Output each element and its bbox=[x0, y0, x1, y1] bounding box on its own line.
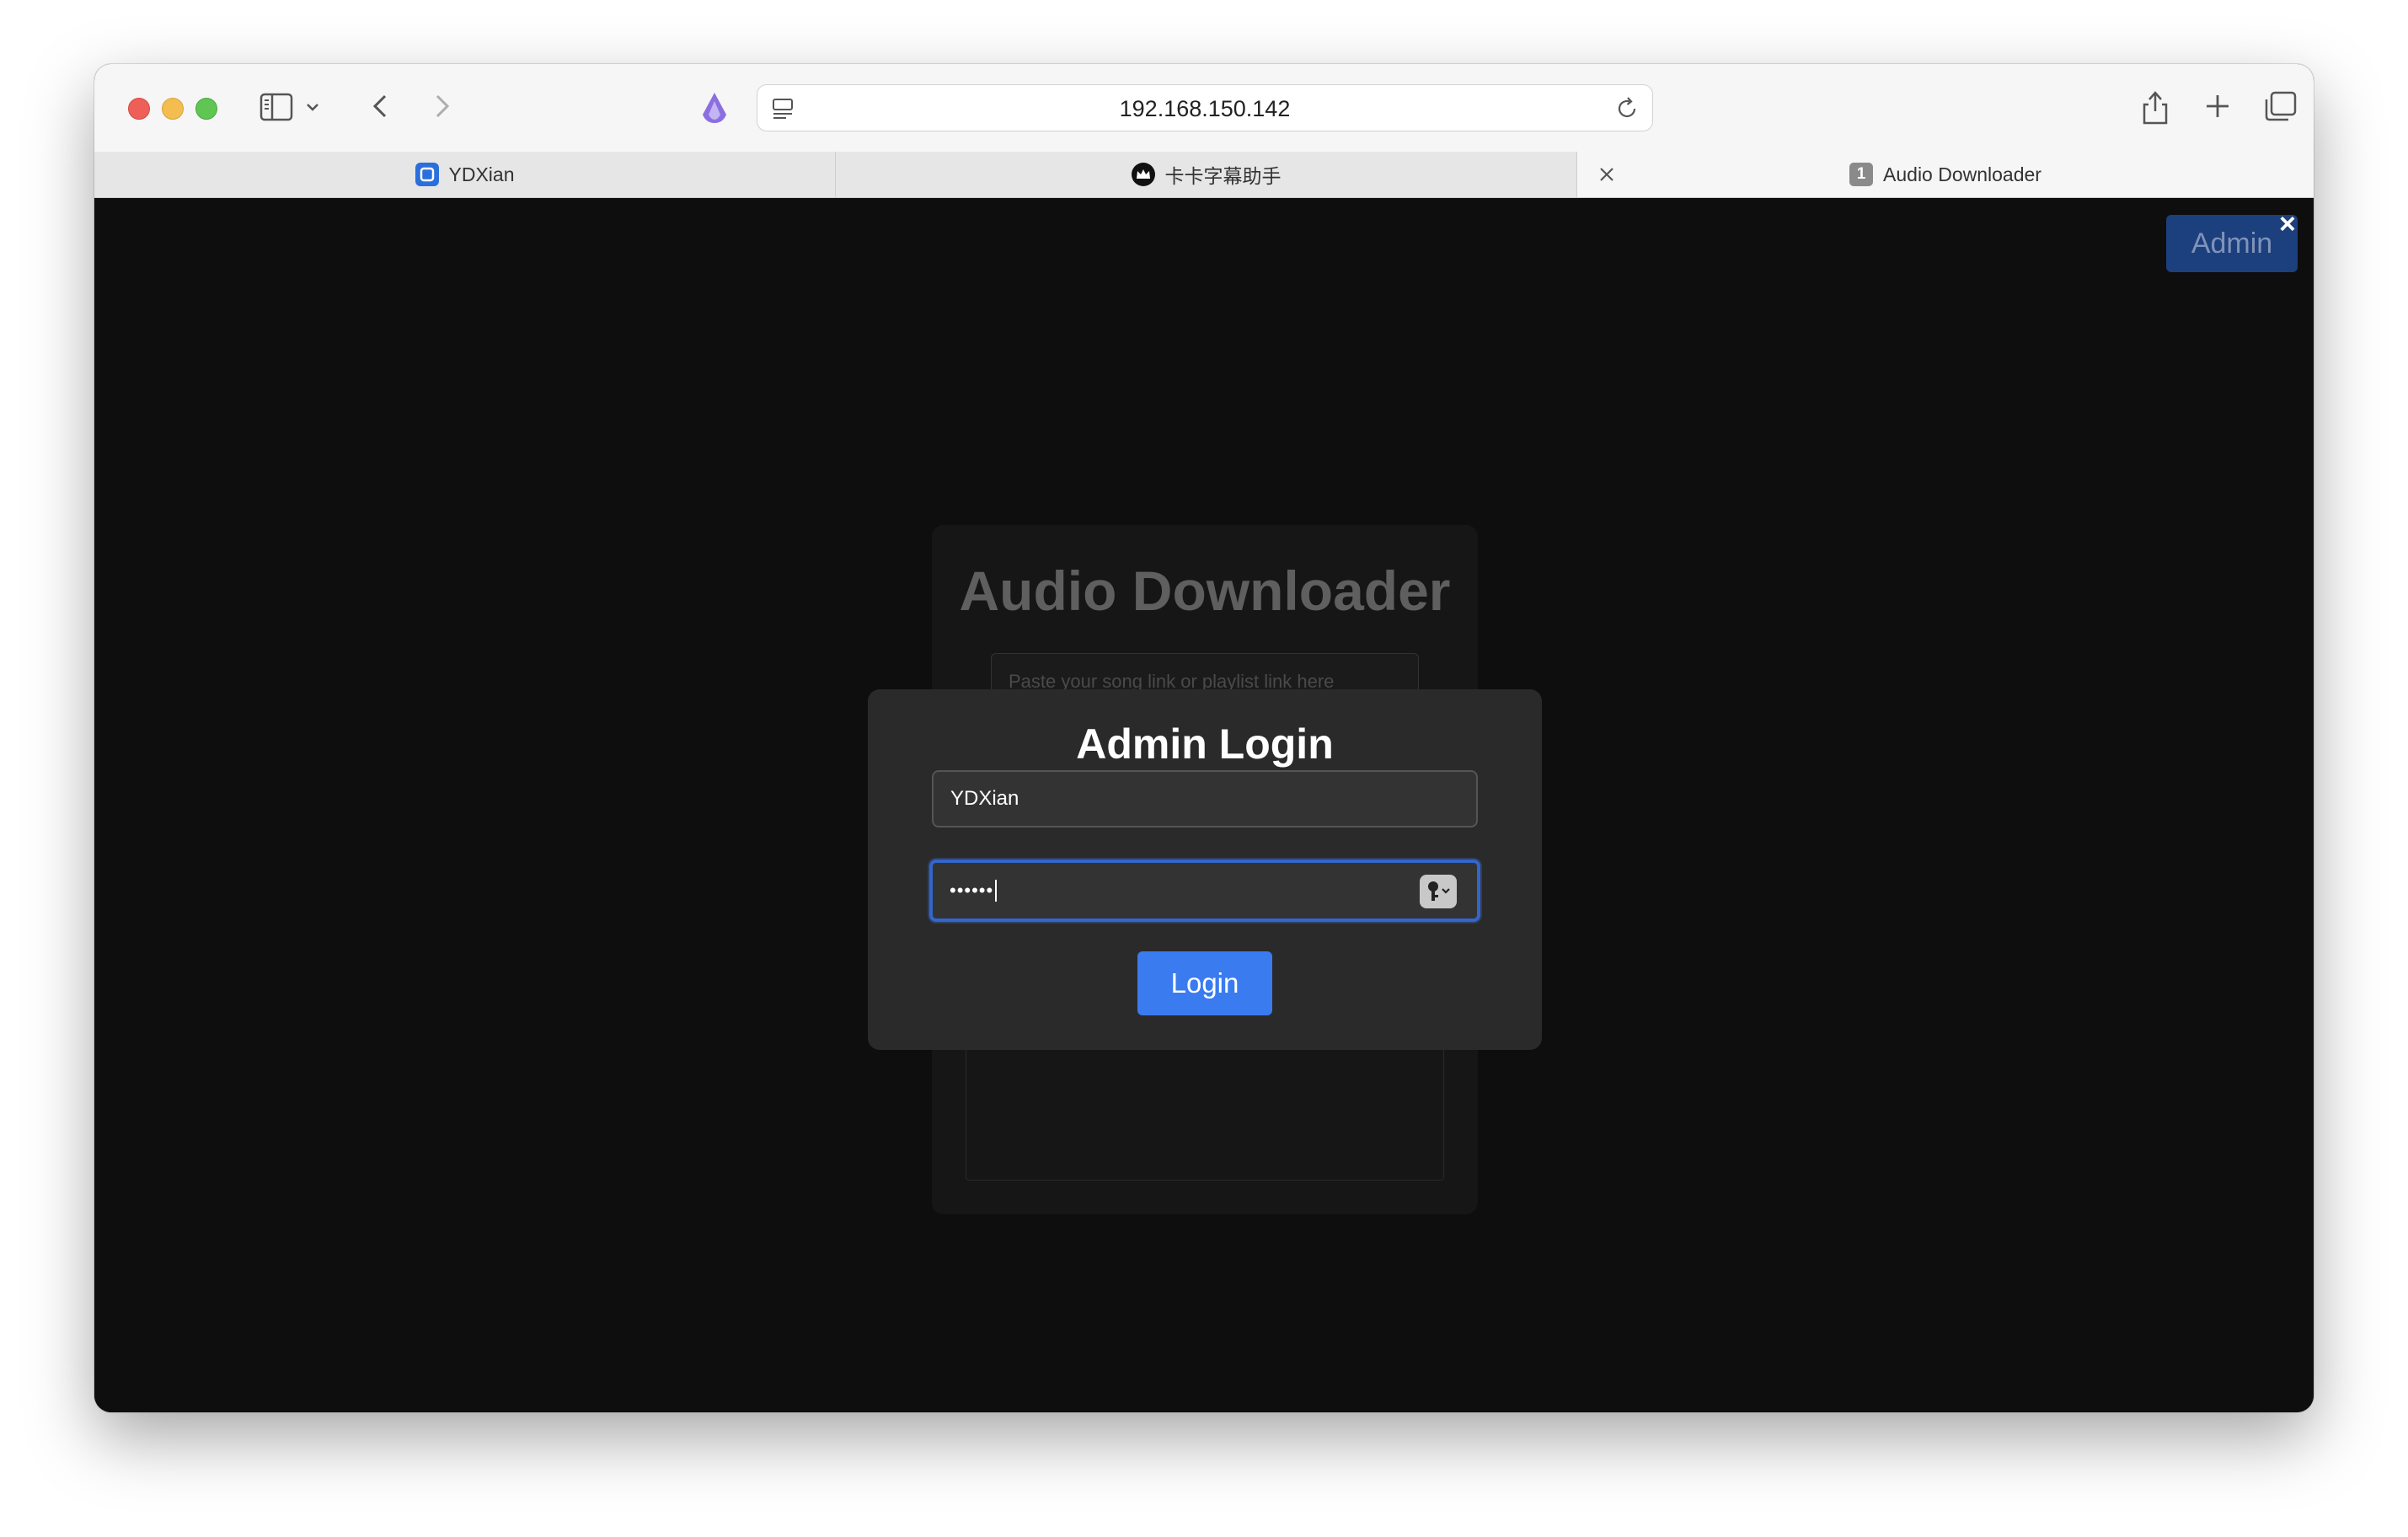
reload-icon[interactable] bbox=[1613, 95, 1640, 122]
close-icon[interactable]: × bbox=[2279, 208, 2296, 241]
sidebar-toggle-icon[interactable] bbox=[260, 93, 293, 121]
tab-overview-icon[interactable] bbox=[2261, 89, 2298, 123]
text-caret bbox=[995, 880, 998, 902]
close-window-button[interactable] bbox=[128, 98, 150, 120]
username-field[interactable]: YDXian bbox=[932, 770, 1478, 827]
tab-audio-downloader[interactable]: 1 Audio Downloader bbox=[1577, 152, 2314, 197]
number-badge-icon: 1 bbox=[1849, 163, 1874, 186]
share-icon[interactable] bbox=[2137, 88, 2174, 126]
username-value: YDXian bbox=[950, 787, 1019, 810]
page-content: Admin × Audio Downloader Paste your song… bbox=[94, 198, 2314, 1412]
url-text: 192.168.150.142 bbox=[1119, 96, 1291, 121]
login-button[interactable]: Login bbox=[1137, 951, 1272, 1015]
tab-bar: YDXian 卡卡字幕助手 1 Audio Downloader bbox=[94, 152, 2314, 198]
tab-label: YDXian bbox=[448, 163, 515, 185]
back-arrow-icon[interactable] bbox=[364, 89, 398, 123]
admin-button[interactable]: Admin bbox=[2166, 215, 2298, 272]
address-bar[interactable]: 192.168.150.142 bbox=[757, 84, 1653, 131]
ydxian-app-icon bbox=[415, 163, 439, 186]
tab-ydxian[interactable]: YDXian bbox=[94, 152, 836, 197]
tab-label: Audio Downloader bbox=[1883, 163, 2041, 185]
close-tab-icon[interactable] bbox=[1596, 163, 1618, 185]
chevron-down-icon[interactable] bbox=[303, 98, 322, 116]
password-field[interactable]: •••••• bbox=[929, 860, 1480, 922]
modal-title: Admin Login bbox=[1076, 720, 1334, 768]
password-value: •••••• bbox=[950, 880, 994, 901]
minimize-window-button[interactable] bbox=[162, 98, 184, 120]
extension-icon[interactable] bbox=[698, 89, 731, 126]
tab-label: 卡卡字幕助手 bbox=[1164, 165, 1282, 187]
password-autofill-key-icon[interactable] bbox=[1420, 875, 1457, 908]
browser-toolbar: 192.168.150.142 bbox=[94, 64, 2314, 153]
admin-login-modal: Admin Login YDXian •••••• Login bbox=[868, 689, 1542, 1050]
page-title: Audio Downloader bbox=[959, 560, 1451, 622]
maximize-window-button[interactable] bbox=[195, 98, 217, 120]
browser-window: 192.168.150.142 YDXian 卡卡字幕助手 1 Audio Do… bbox=[94, 64, 2314, 1412]
crown-icon bbox=[1131, 163, 1155, 186]
forward-arrow-icon[interactable] bbox=[425, 89, 458, 123]
tab-kaka-subtitle[interactable]: 卡卡字幕助手 bbox=[836, 152, 1577, 197]
new-tab-plus-icon[interactable] bbox=[2201, 89, 2234, 123]
